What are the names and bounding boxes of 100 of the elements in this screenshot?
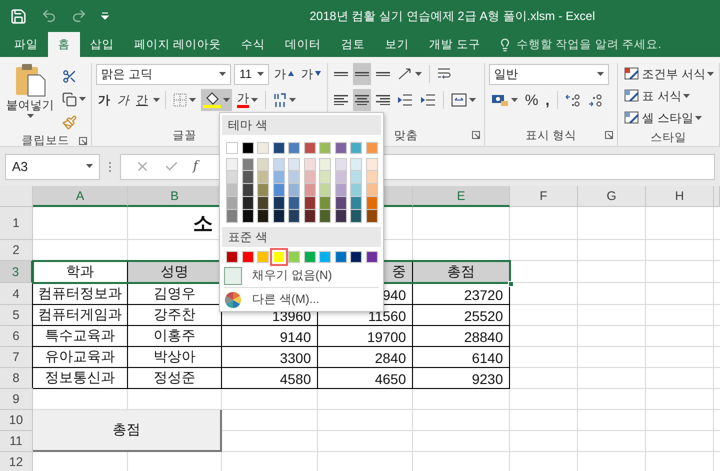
ribbon-tab[interactable]: 개발 도구 — [419, 32, 490, 57]
name-box[interactable]: A3 — [5, 154, 100, 180]
color-swatch[interactable] — [319, 171, 331, 184]
fill-color-button[interactable] — [201, 89, 232, 111]
color-swatch[interactable] — [257, 158, 269, 171]
color-swatch[interactable] — [334, 184, 346, 197]
color-swatch[interactable] — [366, 251, 378, 263]
color-swatch[interactable] — [272, 158, 284, 171]
color-swatch[interactable] — [242, 251, 254, 263]
color-swatch[interactable] — [272, 142, 284, 154]
color-swatch[interactable] — [319, 158, 331, 171]
horizontal-align-button[interactable] — [353, 89, 371, 111]
ribbon-tab[interactable]: 홈 — [48, 32, 80, 57]
color-swatch[interactable] — [304, 251, 316, 263]
row-header[interactable]: 4 — [0, 283, 33, 305]
italic-button[interactable]: 가 — [115, 89, 131, 111]
color-swatch[interactable] — [288, 197, 300, 210]
color-swatch[interactable] — [350, 210, 362, 223]
color-swatch[interactable] — [242, 158, 254, 171]
vertical-align-button[interactable] — [353, 63, 371, 85]
color-swatch[interactable] — [334, 158, 346, 171]
percent-button[interactable]: % — [523, 89, 540, 111]
save-icon[interactable] — [10, 8, 27, 24]
grow-font-button[interactable]: 가 — [272, 63, 296, 85]
color-swatch[interactable] — [350, 142, 362, 154]
shrink-font-button[interactable]: 가 — [299, 63, 323, 85]
row-header[interactable]: 2 — [0, 240, 33, 261]
color-swatch[interactable] — [334, 171, 346, 184]
color-swatch[interactable] — [272, 184, 284, 197]
function-label[interactable]: f — [193, 159, 198, 174]
row-header[interactable]: 8 — [0, 368, 33, 389]
color-swatch[interactable] — [350, 197, 362, 210]
color-swatch[interactable] — [257, 184, 269, 197]
color-swatch[interactable] — [257, 251, 269, 263]
column-header[interactable]: B — [128, 186, 222, 207]
comma-button[interactable]: , — [543, 89, 552, 111]
color-swatch[interactable] — [272, 210, 284, 223]
color-swatch[interactable] — [272, 171, 284, 184]
fill-handle[interactable] — [508, 281, 514, 287]
bold-button[interactable]: 가 — [96, 89, 112, 111]
color-swatch[interactable] — [226, 184, 238, 197]
undo-icon[interactable] — [41, 8, 57, 24]
row-header[interactable]: 11 — [0, 431, 33, 452]
row-header[interactable]: 1 — [0, 207, 33, 240]
color-swatch[interactable] — [350, 158, 362, 171]
color-swatch[interactable] — [226, 251, 238, 263]
color-swatch[interactable] — [334, 210, 346, 223]
ribbon-tab[interactable]: 검토 — [331, 32, 376, 57]
row-header[interactable]: 7 — [0, 347, 33, 368]
font-size-field[interactable]: 11 — [234, 64, 269, 84]
color-swatch[interactable] — [288, 171, 300, 184]
color-swatch[interactable] — [257, 210, 269, 223]
row-header[interactable]: 10 — [0, 410, 33, 431]
color-swatch[interactable] — [319, 197, 331, 210]
color-swatch[interactable] — [366, 184, 378, 197]
color-swatch[interactable] — [226, 197, 238, 210]
column-header[interactable]: H — [646, 186, 714, 207]
color-swatch[interactable] — [226, 158, 238, 171]
ribbon-tab[interactable]: 보기 — [375, 32, 420, 57]
color-swatch[interactable] — [288, 251, 300, 263]
row-header[interactable]: 5 — [0, 305, 33, 326]
ribbon-tab[interactable]: 페이지 레이아웃 — [124, 32, 232, 57]
row-header[interactable]: 9 — [0, 389, 33, 410]
ribbon-tab[interactable]: 데이터 — [275, 32, 332, 57]
color-swatch[interactable] — [334, 142, 346, 154]
font-name-field[interactable]: 맑은 고딕 — [96, 64, 232, 84]
color-swatch[interactable] — [226, 142, 238, 154]
color-swatch[interactable] — [366, 197, 378, 210]
color-swatch[interactable] — [242, 171, 254, 184]
row-header[interactable]: 3 — [0, 261, 33, 283]
tell-me-field[interactable]: 수행할 작업을 알려 주세요. — [516, 37, 662, 52]
color-swatch[interactable] — [226, 210, 238, 223]
color-swatch[interactable] — [366, 171, 378, 184]
color-swatch[interactable] — [288, 142, 300, 154]
number-format-field[interactable]: 일반 — [489, 64, 609, 84]
color-swatch[interactable] — [226, 171, 238, 184]
color-swatch[interactable] — [304, 158, 316, 171]
color-swatch[interactable] — [304, 142, 316, 154]
color-swatch[interactable] — [350, 251, 362, 263]
color-swatch[interactable] — [288, 158, 300, 171]
color-swatch[interactable] — [319, 184, 331, 197]
color-swatch[interactable] — [272, 197, 284, 210]
color-swatch[interactable] — [257, 142, 269, 154]
color-swatch[interactable] — [366, 158, 378, 171]
column-header[interactable]: G — [578, 186, 646, 207]
color-swatch[interactable] — [350, 184, 362, 197]
color-swatch[interactable] — [366, 142, 378, 154]
color-swatch[interactable] — [288, 210, 300, 223]
color-swatch[interactable] — [242, 197, 254, 210]
color-swatch[interactable] — [242, 142, 254, 154]
color-swatch[interactable] — [257, 171, 269, 184]
color-swatch[interactable] — [319, 251, 331, 263]
customize-toolbar-icon[interactable] — [101, 12, 109, 20]
color-swatch[interactable] — [242, 184, 254, 197]
redo-icon[interactable] — [71, 8, 87, 24]
color-swatch[interactable] — [304, 197, 316, 210]
font-color-button[interactable]: 가 — [235, 89, 260, 111]
ribbon-tab[interactable]: 수식 — [231, 32, 276, 57]
column-header[interactable]: F — [510, 186, 578, 207]
row-header[interactable]: 12 — [0, 452, 33, 471]
